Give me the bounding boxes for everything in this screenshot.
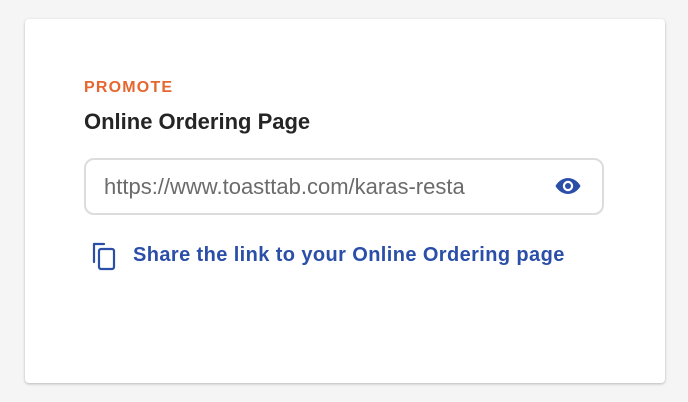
copy-icon bbox=[90, 239, 118, 271]
eye-icon[interactable] bbox=[554, 175, 582, 197]
section-eyebrow: PROMOTE bbox=[84, 79, 174, 96]
url-input[interactable] bbox=[104, 160, 514, 213]
share-link-button[interactable]: Share the link to your Online Ordering p… bbox=[90, 239, 565, 271]
url-field bbox=[84, 158, 604, 215]
share-link-label: Share the link to your Online Ordering p… bbox=[133, 243, 565, 266]
page-title: Online Ordering Page bbox=[84, 109, 311, 134]
online-ordering-card: PROMOTE Online Ordering Page Share the l… bbox=[25, 19, 665, 383]
